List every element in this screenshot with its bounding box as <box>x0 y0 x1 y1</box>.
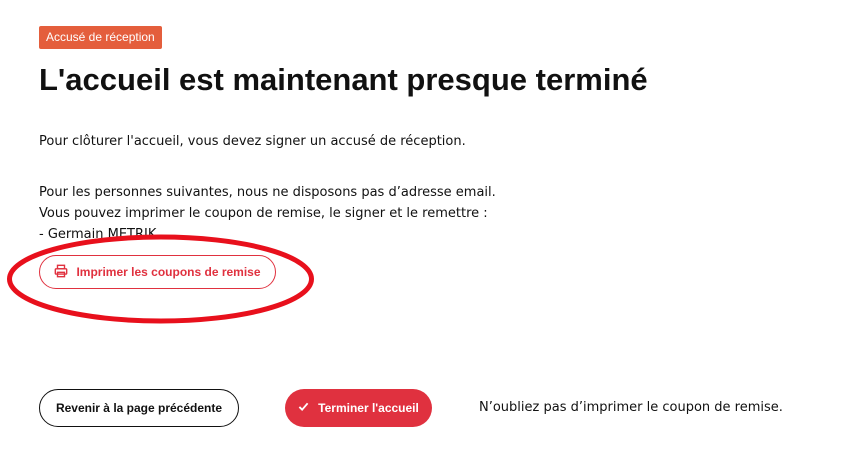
no-email-notice: Pour les personnes suivantes, nous ne di… <box>39 182 496 245</box>
finish-label: Terminer l'accueil <box>318 401 419 415</box>
printer-icon <box>54 264 68 281</box>
reminder-text: N’oubliez pas d’imprimer le coupon de re… <box>479 400 783 415</box>
print-coupons-label: Imprimer les coupons de remise <box>76 265 261 279</box>
no-email-line-1: Pour les personnes suivantes, nous ne di… <box>39 185 496 200</box>
print-coupons-button[interactable]: Imprimer les coupons de remise <box>39 255 276 289</box>
intro-text: Pour clôturer l'accueil, vous devez sign… <box>39 134 466 149</box>
no-email-line-2: Vous pouvez imprimer le coupon de remise… <box>39 206 488 221</box>
acknowledgement-badge: Accusé de réception <box>39 26 162 49</box>
page-title: L'accueil est maintenant presque terminé <box>39 62 648 97</box>
check-icon <box>298 401 309 415</box>
finish-button[interactable]: Terminer l'accueil <box>285 389 432 427</box>
back-button[interactable]: Revenir à la page précédente <box>39 389 239 427</box>
person-item: - Germain METRIK <box>39 227 157 242</box>
